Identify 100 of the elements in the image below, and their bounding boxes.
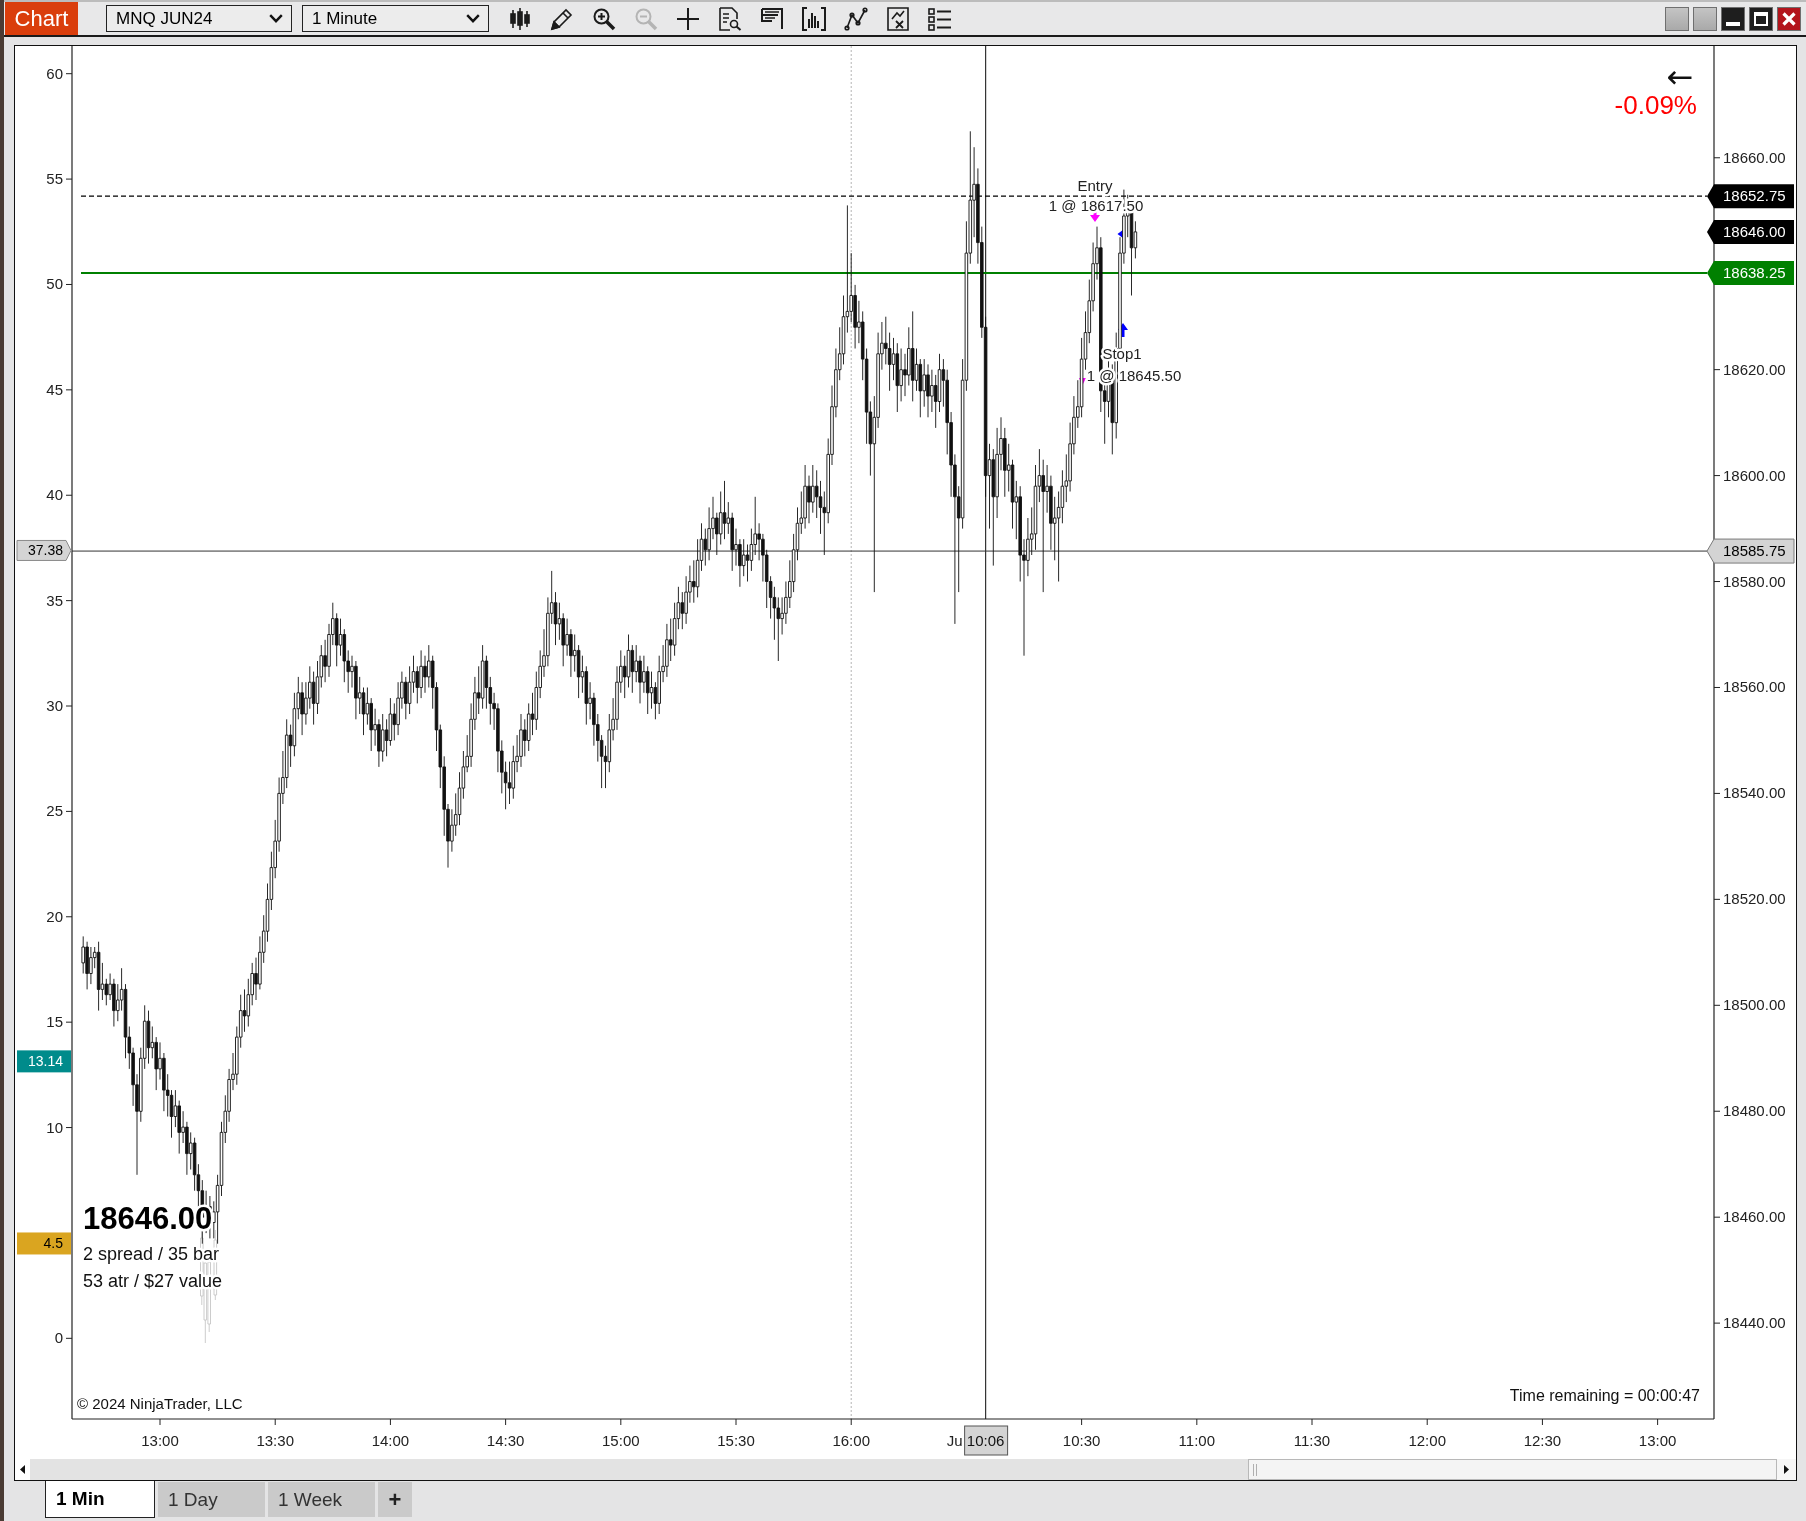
y-axis-label: 55	[46, 170, 63, 188]
y-axis-label: 60	[46, 64, 63, 82]
add-tab-button[interactable]: +	[378, 1482, 412, 1517]
bar-chart-icon[interactable]	[802, 6, 826, 31]
order-label: Entry	[1077, 177, 1113, 194]
time-axis-label: 13:30	[256, 1432, 294, 1449]
time-axis-label: 16:00	[832, 1432, 870, 1449]
scroll-left-button[interactable]	[15, 1459, 30, 1480]
time-axis-label: 15:00	[602, 1432, 640, 1449]
y-axis-label: 15	[46, 1013, 63, 1031]
price-axis-label: 18460.00	[1723, 1208, 1786, 1226]
y-axis-label: 20	[46, 907, 63, 925]
y-axis-label: 10	[46, 1118, 63, 1136]
y-axis-label: 40	[46, 486, 63, 504]
price-axis-label: 18660.00	[1723, 148, 1786, 166]
scroll-right-button[interactable]	[1777, 1459, 1796, 1480]
window-button[interactable]	[1665, 6, 1689, 31]
close-icon	[1782, 11, 1796, 26]
interval-dropdown[interactable]: 1 Minute	[302, 5, 489, 32]
price-axis-label: 18540.00	[1723, 784, 1786, 802]
candlestick	[926, 363, 930, 418]
candlestick	[803, 464, 807, 530]
time-axis-label: 13:00	[1638, 1432, 1677, 1449]
time-axis-label: 12:00	[1408, 1432, 1446, 1449]
time-axis-label: 11:00	[1178, 1432, 1216, 1449]
price-marker: 18646.00	[1707, 219, 1794, 244]
price-axis-label: 18480.00	[1723, 1102, 1786, 1120]
time-axis-label: 15:30	[717, 1432, 755, 1449]
y-axis-label: 35	[46, 591, 63, 609]
price-marker: 18638.25	[1707, 261, 1794, 285]
list-icon[interactable]	[928, 6, 952, 31]
candlestick	[112, 978, 116, 1027]
time-remaining-text: Time remaining = 00:00:47	[1509, 1387, 1700, 1404]
window-button[interactable]	[1693, 6, 1717, 31]
candlestick	[480, 644, 485, 710]
time-axis-label: 12:30	[1523, 1432, 1562, 1449]
candlestick	[910, 310, 915, 402]
zoom-in-icon[interactable]	[592, 6, 616, 31]
price-axis-label: 18620.00	[1723, 360, 1786, 378]
price-axis-label: 18440.00	[1723, 1314, 1786, 1332]
crosshair-time-label: 10:06	[964, 1425, 1009, 1456]
price-axis-label: 18580.00	[1723, 572, 1786, 590]
price-axis-label: 18500.00	[1723, 996, 1786, 1014]
candlestick	[89, 946, 93, 985]
info-line: 53 atr / $27 value	[83, 1271, 223, 1291]
candlestick	[96, 941, 101, 1012]
time-axis-label: 14:30	[486, 1432, 525, 1449]
price-axis-label: 18600.00	[1723, 466, 1786, 484]
minimize-icon	[1726, 21, 1740, 26]
time-axis-label: 11:30	[1293, 1432, 1331, 1449]
chart-document-icon[interactable]	[886, 6, 910, 31]
left-triangle-icon	[20, 1465, 25, 1474]
candlestick	[895, 342, 900, 413]
y-axis-label: 50	[46, 275, 63, 293]
copyright-text: © 2024 NinjaTrader, LLC	[77, 1395, 243, 1412]
price-axis-label: 18560.00	[1723, 678, 1786, 696]
price-axis-label: 18520.00	[1723, 890, 1786, 908]
crosshair-icon[interactable]	[676, 6, 700, 31]
value-marker: 37.38	[16, 539, 72, 561]
scrollbar-track[interactable]	[15, 1459, 1796, 1480]
candlestick	[419, 649, 423, 699]
value-marker: 13.14	[17, 1050, 71, 1073]
pencil-icon[interactable]	[550, 6, 574, 31]
minimize-button[interactable]	[1721, 6, 1745, 31]
ref-line-label: 18638.25	[1723, 263, 1786, 281]
order-detail: 1 @ 18645.50	[1086, 367, 1182, 384]
y-axis-label: 30	[46, 697, 63, 714]
candlestick-icon[interactable]	[508, 6, 532, 31]
info-line: 2 spread / 35 bar	[83, 1244, 220, 1264]
candlestick	[665, 623, 669, 678]
time-axis-label: 10:30	[1062, 1432, 1101, 1449]
ref-line-label: 18652.75	[1723, 187, 1786, 205]
date-axis-label: Ju	[946, 1432, 963, 1449]
line-chart-icon[interactable]	[844, 6, 868, 31]
tab[interactable]: 1 Day	[158, 1482, 265, 1517]
ref-line-label: 18585.75	[1723, 542, 1786, 560]
document-search-icon[interactable]	[718, 6, 742, 31]
chevron-down-icon	[269, 14, 283, 23]
maximize-button[interactable]	[1749, 6, 1773, 31]
right-triangle-icon	[1784, 1465, 1789, 1474]
time-axis-label: 13:00	[141, 1432, 179, 1449]
maximize-icon	[1754, 11, 1768, 26]
value-marker: 4.5	[17, 1232, 71, 1255]
price-marker: 18585.75	[1706, 538, 1795, 564]
instrument-dropdown[interactable]: MNQ JUN24	[106, 5, 292, 32]
y-axis-label: 0	[54, 1329, 63, 1347]
tab[interactable]: 1 Min	[45, 1481, 155, 1518]
horizontal-bars-icon[interactable]	[760, 6, 784, 31]
y-axis-label: 45	[46, 380, 63, 398]
price-marker: 18652.75	[1707, 184, 1794, 209]
time-axis-label: 14:00	[371, 1432, 410, 1449]
candlestick	[300, 681, 304, 736]
close-button[interactable]	[1777, 6, 1801, 31]
candlestick	[519, 713, 523, 768]
grip-icon	[1253, 1463, 1257, 1476]
chevron-down-icon	[466, 14, 480, 23]
tab[interactable]: 1 Week	[268, 1482, 375, 1517]
candlestick	[354, 660, 358, 720]
scrollbar-thumb[interactable]	[1248, 1459, 1777, 1480]
chart-badge: Chart	[5, 2, 78, 35]
